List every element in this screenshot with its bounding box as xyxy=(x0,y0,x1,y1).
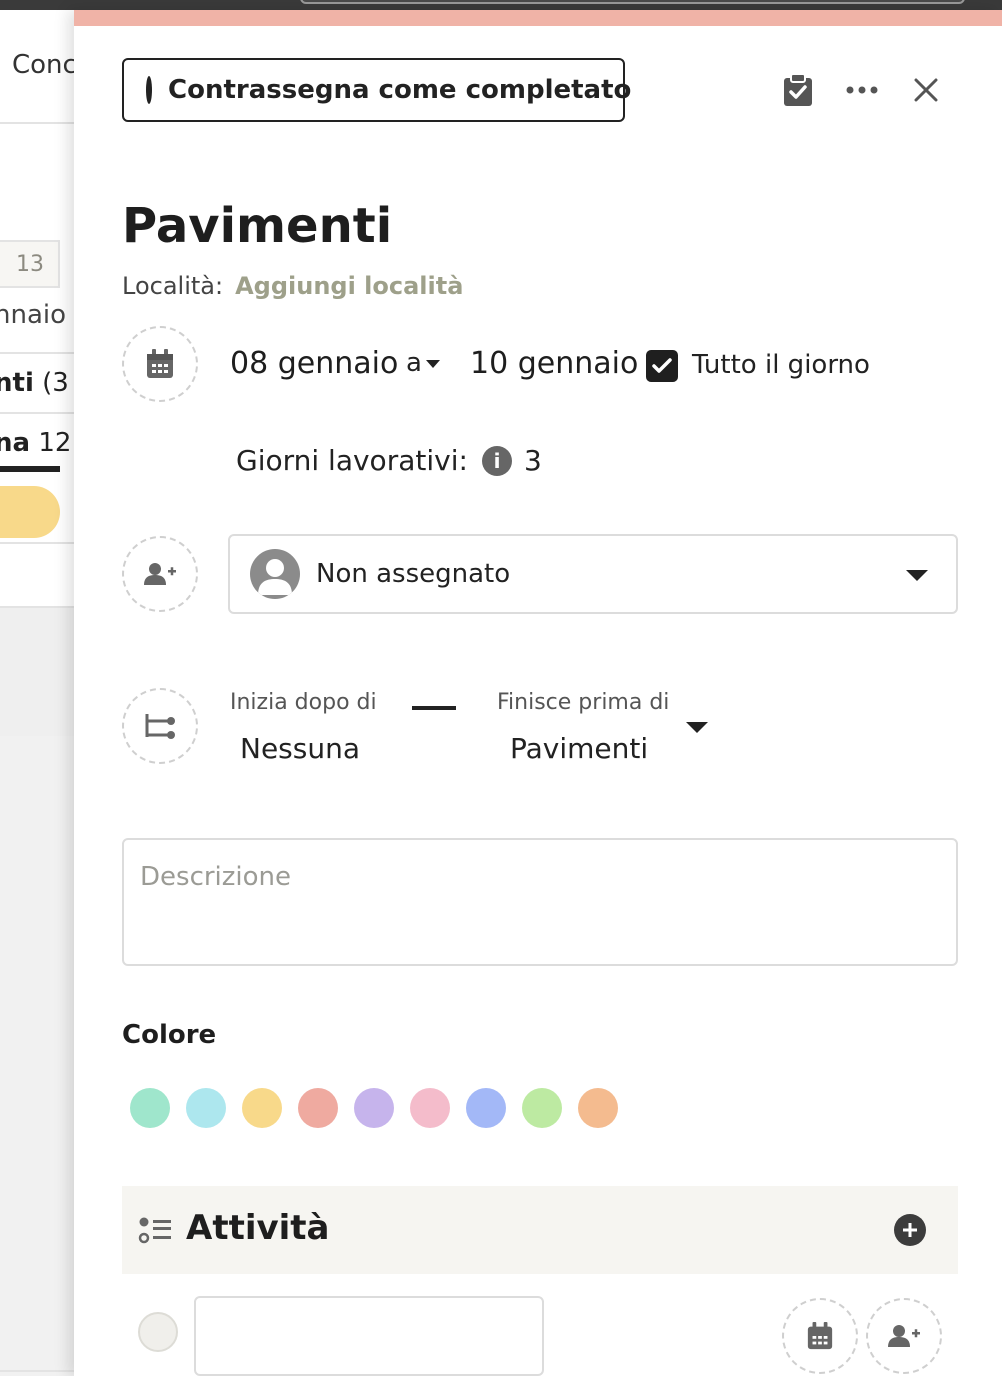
background-empty-area xyxy=(0,608,74,736)
color-swatch[interactable] xyxy=(242,1088,282,1128)
dependency-icon xyxy=(145,714,175,739)
dependency-separator xyxy=(412,706,456,710)
new-activity-checkbox[interactable] xyxy=(138,1312,178,1352)
color-swatch[interactable] xyxy=(410,1088,450,1128)
working-days-label: Giorni lavorativi: xyxy=(236,444,468,477)
new-activity-input[interactable] xyxy=(194,1296,544,1376)
chevron-down-icon[interactable] xyxy=(686,722,708,733)
starts-after-label: Inizia dopo di xyxy=(230,690,377,715)
chevron-down-icon xyxy=(906,570,928,581)
divider xyxy=(0,542,74,544)
dependency-button[interactable] xyxy=(122,688,198,764)
date-separator[interactable]: a xyxy=(406,348,441,378)
avatar xyxy=(250,549,300,599)
add-location-link[interactable]: Aggiungi località xyxy=(235,272,463,300)
calendar-icon xyxy=(807,1322,833,1350)
clipboard-check-icon[interactable] xyxy=(774,66,822,114)
ends-before-label: Finisce prima di xyxy=(497,690,670,715)
ends-before-value[interactable]: Pavimenti xyxy=(510,732,648,765)
background-page-title: Conc xyxy=(12,50,77,80)
calendar-day-header: 13 xyxy=(0,240,60,288)
starts-after-value[interactable]: Nessuna xyxy=(240,732,360,765)
color-swatch[interactable] xyxy=(298,1088,338,1128)
checklist-icon xyxy=(138,1217,171,1244)
browser-tab[interactable] xyxy=(300,0,965,4)
info-icon[interactable]: i xyxy=(482,446,512,476)
divider xyxy=(0,352,74,354)
add-activity-button[interactable] xyxy=(894,1214,926,1246)
gantt-task-bar[interactable] xyxy=(0,486,60,538)
color-swatch[interactable] xyxy=(522,1088,562,1128)
activity-assign-button[interactable] xyxy=(866,1298,942,1374)
assignee-dropdown[interactable]: Non assegnato xyxy=(228,534,958,614)
color-heading: Colore xyxy=(122,1020,217,1050)
more-horizontal-icon[interactable] xyxy=(838,66,886,114)
all-day-label[interactable]: Tutto il giorno xyxy=(692,350,870,380)
task-title[interactable]: Pavimenti xyxy=(122,198,392,254)
mark-complete-label: Contrassegna come completato xyxy=(168,75,632,105)
calendar-icon xyxy=(147,349,173,378)
calendar-day-number: 13 xyxy=(16,252,44,277)
color-swatch[interactable] xyxy=(354,1088,394,1128)
plus-icon xyxy=(903,1223,917,1237)
circle-icon xyxy=(146,76,152,104)
activities-heading: Attività xyxy=(186,1208,330,1248)
all-day-checkbox[interactable] xyxy=(646,350,678,382)
add-user-icon xyxy=(144,563,176,585)
assign-button[interactable] xyxy=(122,536,198,612)
checkmark-icon xyxy=(652,358,672,373)
activity-date-button[interactable] xyxy=(782,1298,858,1374)
task-color-accent xyxy=(74,10,1002,26)
add-user-icon xyxy=(888,1325,920,1347)
divider xyxy=(0,122,74,124)
color-swatch[interactable] xyxy=(186,1088,226,1128)
end-date[interactable]: 10 gennaio xyxy=(470,346,638,381)
location-row: Località: Aggiungi località xyxy=(122,272,463,300)
calendar-month-label: nnaio xyxy=(0,300,67,330)
mark-complete-button[interactable]: Contrassegna come completato xyxy=(122,58,631,122)
caret-down-icon xyxy=(426,359,441,368)
divider xyxy=(0,1370,74,1372)
color-swatch[interactable] xyxy=(130,1088,170,1128)
close-icon[interactable] xyxy=(902,66,950,114)
date-button[interactable] xyxy=(122,326,198,402)
location-label: Località: xyxy=(122,272,224,300)
working-days-value: 3 xyxy=(524,444,542,477)
divider xyxy=(0,412,74,414)
assignee-value: Non assegnato xyxy=(316,559,511,589)
color-swatch[interactable] xyxy=(578,1088,618,1128)
active-tab-underline xyxy=(0,466,60,472)
activities-header: Attività xyxy=(122,1186,958,1274)
task-detail-panel: Contrassegna come completato Pavimenti L… xyxy=(74,10,1002,1376)
description-field[interactable] xyxy=(122,838,958,966)
color-swatch[interactable] xyxy=(466,1088,506,1128)
start-date[interactable]: 08 gennaio xyxy=(230,346,398,381)
color-swatches xyxy=(130,1088,618,1128)
